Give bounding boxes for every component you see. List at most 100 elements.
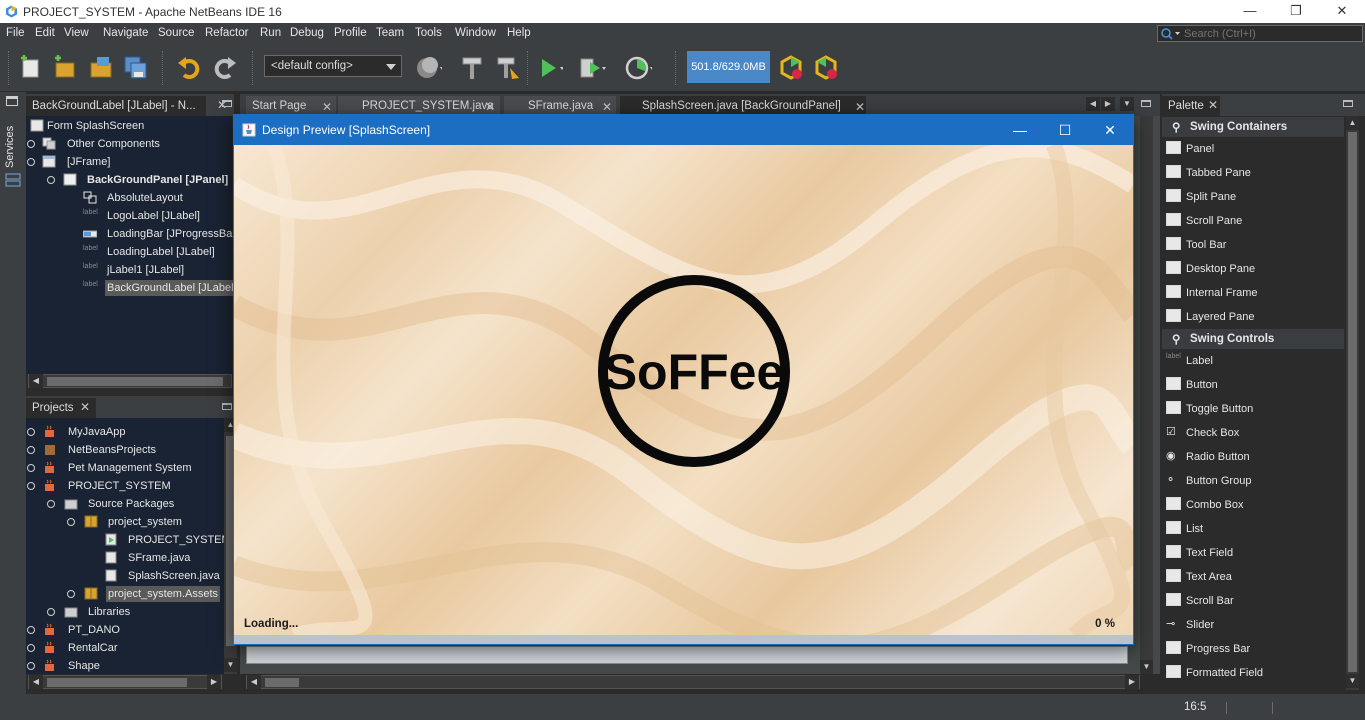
menu-tools[interactable]: Tools <box>415 27 442 39</box>
close-icon[interactable]: ✕ <box>855 100 865 114</box>
minimize-editor-icon[interactable] <box>1141 100 1151 107</box>
undo-icon[interactable] <box>175 54 203 82</box>
close-icon[interactable]: ✕ <box>485 100 495 114</box>
collapse-icon[interactable] <box>27 482 35 490</box>
minimize-palette-icon[interactable] <box>1343 100 1353 107</box>
tree-node-backgroundlabel[interactable]: label BackGroundLabel [JLabel] <box>26 279 239 297</box>
run-icon[interactable] <box>535 54 563 82</box>
redo-icon[interactable] <box>211 54 239 82</box>
debug-icon[interactable] <box>578 54 606 82</box>
tree-node-jframe[interactable]: [JFrame] <box>26 153 230 171</box>
navigator-horizontal-scrollbar[interactable]: ◀ <box>28 374 232 388</box>
config-dropdown[interactable]: <default config> <box>264 55 402 77</box>
file-splashscreen-java[interactable]: SplashScreen.java <box>26 567 224 585</box>
profiler-snapshot-icon[interactable] <box>812 54 840 82</box>
project-project-system[interactable]: PROJECT_SYSTEM <box>26 477 224 495</box>
collapse-icon[interactable] <box>47 176 55 184</box>
menu-run[interactable]: Run <box>260 27 281 39</box>
project-netbeansprojects[interactable]: NetBeansProjects <box>26 441 224 459</box>
editor-tab-sframe-java[interactable]: SFrame.java <box>504 96 616 116</box>
profile-icon[interactable] <box>624 54 652 82</box>
palette-item-button-group[interactable]: ⚬ Button Group <box>1162 469 1342 493</box>
palette-item-panel[interactable]: Panel <box>1162 137 1342 161</box>
restore-window-group-icon[interactable] <box>6 96 18 106</box>
minimize-projects-icon[interactable] <box>222 403 232 410</box>
menu-navigate[interactable]: Navigate <box>103 27 148 39</box>
services-side-tab[interactable]: Services <box>4 122 22 168</box>
open-project-icon[interactable] <box>87 54 115 82</box>
close-icon[interactable]: ✕ <box>322 100 332 114</box>
expand-icon[interactable] <box>27 626 35 634</box>
close-icon[interactable]: ✕ <box>1208 98 1218 112</box>
palette-item-split-pane[interactable]: Split Pane <box>1162 185 1342 209</box>
project-myjavaapp[interactable]: MyJavaApp <box>26 423 224 441</box>
tree-node-backgroundpanel[interactable]: BackGroundPanel [JPanel] <box>26 171 232 189</box>
tree-node-logolabel[interactable]: label LogoLabel [JLabel] <box>26 207 232 225</box>
menu-debug[interactable]: Debug <box>290 27 324 39</box>
palette-item-scroll-pane[interactable]: Scroll Pane <box>1162 209 1342 233</box>
palette-item-formatted-field[interactable]: Formatted Field <box>1162 661 1342 685</box>
scroll-left-icon[interactable]: ◀ <box>29 374 43 388</box>
palette-item-slider[interactable]: ⊸ Slider <box>1162 613 1342 637</box>
palette-item-radio-button[interactable]: ◉ Radio Button <box>1162 445 1342 469</box>
tree-node-loadingbar[interactable]: LoadingBar [JProgressBar] <box>26 225 239 243</box>
palette-item-tool-bar[interactable]: Tool Bar <box>1162 233 1342 257</box>
scroll-down-icon[interactable]: ▼ <box>1140 660 1153 674</box>
save-all-icon[interactable] <box>122 54 150 82</box>
palette-item-scroll-bar[interactable]: Scroll Bar <box>1162 589 1342 613</box>
search-box[interactable] <box>1157 25 1363 42</box>
scroll-thumb[interactable] <box>265 678 299 687</box>
palette-item-text-area[interactable]: Text Area <box>1162 565 1342 589</box>
source-packages-node[interactable]: Source Packages <box>26 495 224 513</box>
menu-refactor[interactable]: Refactor <box>205 27 248 39</box>
palette-item-tabbed-pane[interactable]: Tabbed Pane <box>1162 161 1342 185</box>
scroll-down-icon[interactable]: ▼ <box>1346 674 1359 688</box>
scroll-thumb[interactable] <box>1348 132 1357 672</box>
navigator-tab[interactable]: BackGroundLabel [JLabel] - N... <box>26 96 206 116</box>
close-icon[interactable]: ✕ <box>80 400 90 414</box>
close-icon[interactable]: ✕ <box>602 100 612 114</box>
scroll-up-icon[interactable]: ▲ <box>1346 116 1359 130</box>
palette-item-desktop-pane[interactable]: Desktop Pane <box>1162 257 1342 281</box>
collapse-icon[interactable] <box>67 518 75 526</box>
palette-item-label[interactable]: label Label <box>1162 349 1342 373</box>
scroll-thumb[interactable] <box>47 678 187 687</box>
dialog-close-button[interactable]: ✕ <box>1087 115 1133 145</box>
menu-view[interactable]: View <box>64 27 89 39</box>
menu-help[interactable]: Help <box>507 27 531 39</box>
expand-icon[interactable] <box>27 662 35 670</box>
close-window-button[interactable]: ✕ <box>1319 0 1365 23</box>
projects-horizontal-scrollbar[interactable]: ◀ ▶ <box>28 675 222 689</box>
palette-item-check-box[interactable]: ☑ Check Box <box>1162 421 1342 445</box>
menu-window[interactable]: Window <box>455 27 496 39</box>
palette-category-swing-containers[interactable]: ⚲ Swing Containers <box>1162 117 1344 137</box>
search-icon[interactable] <box>1160 27 1182 40</box>
menu-source[interactable]: Source <box>158 27 194 39</box>
palette-item-list[interactable]: List <box>1162 517 1342 541</box>
palette-item-internal-frame[interactable]: Internal Frame <box>1162 281 1342 305</box>
libraries-node[interactable]: Libraries <box>26 603 224 621</box>
scroll-left-icon[interactable]: ◀ <box>247 675 261 689</box>
menu-edit[interactable]: Edit <box>35 27 55 39</box>
scroll-left-icon[interactable]: ◀ <box>29 675 43 689</box>
palette-item-button[interactable]: Button <box>1162 373 1342 397</box>
file-sframe-java[interactable]: SFrame.java <box>26 549 224 567</box>
minimize-navigator-icon[interactable] <box>222 100 232 107</box>
scroll-down-icon[interactable]: ▼ <box>224 658 237 672</box>
gc-icon[interactable] <box>777 54 805 82</box>
project-pt-dano[interactable]: PT_DANO <box>26 621 224 639</box>
scroll-tabs-left-icon[interactable]: ◀ <box>1086 97 1100 111</box>
palette-item-toggle-button[interactable]: Toggle Button <box>1162 397 1342 421</box>
palette-item-text-field[interactable]: Text Field <box>1162 541 1342 565</box>
tree-node-form[interactable]: Form SplashScreen <box>30 117 230 135</box>
palette-item-combo-box[interactable]: Combo Box <box>1162 493 1342 517</box>
editor-horizontal-scrollbar[interactable]: ◀ ▶ <box>246 675 1140 689</box>
scroll-thumb[interactable] <box>47 377 223 386</box>
project-rentalcar[interactable]: RentalCar <box>26 639 224 657</box>
palette-item-layered-pane[interactable]: Layered Pane <box>1162 305 1342 329</box>
build-hammer-icon[interactable] <box>458 54 486 82</box>
new-project-icon[interactable] <box>51 54 79 82</box>
menu-profile[interactable]: Profile <box>334 27 367 39</box>
palette-item-progress-bar[interactable]: Progress Bar <box>1162 637 1342 661</box>
file-project-system-java[interactable]: PROJECT_SYSTEM.java <box>26 531 254 549</box>
